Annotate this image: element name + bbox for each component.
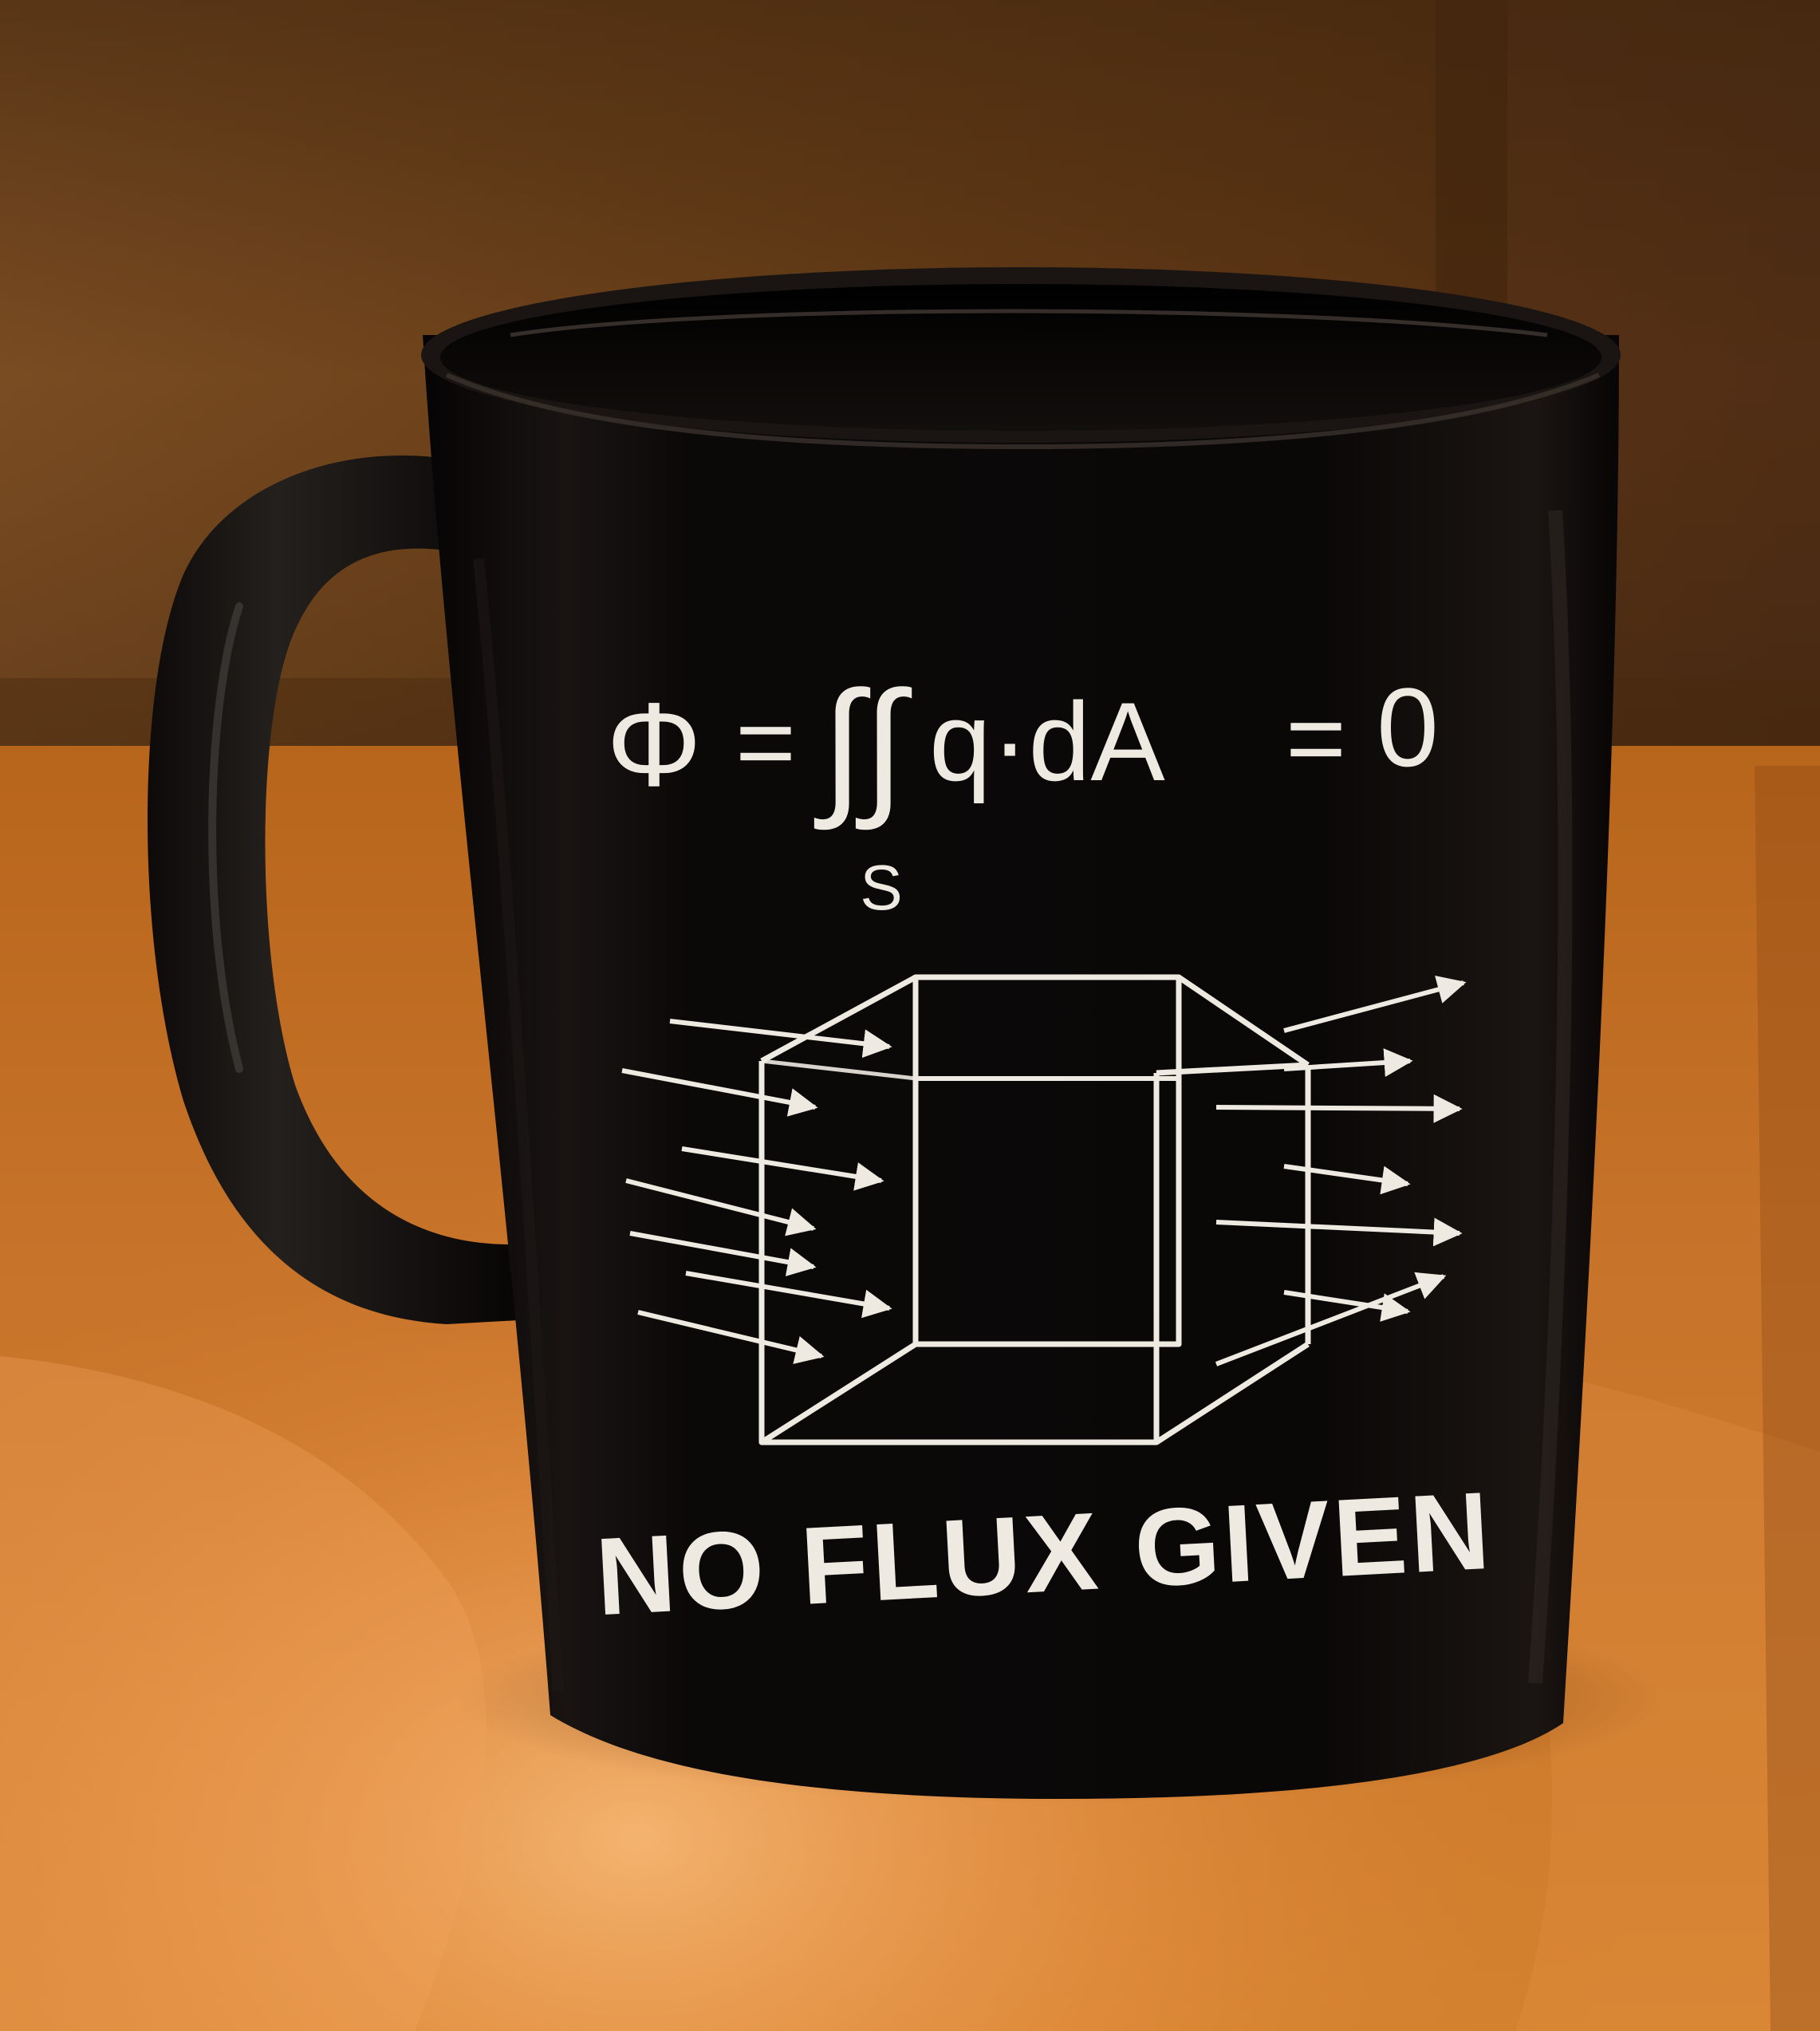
integrand-text: q·dA <box>929 679 1165 804</box>
equals-sign-2-text: = <box>1286 680 1346 796</box>
double-integral-text: ∫∫ <box>814 661 912 830</box>
zero-text: 0 <box>1377 665 1439 790</box>
flux-symbol-text: Φ <box>606 677 702 811</box>
mug-rim <box>421 267 1621 450</box>
surface-subscript-text: S <box>860 852 902 923</box>
mug-photo-scene: Φ = ∫∫ q·dA = 0 S NO FLUX GIVEN <box>0 0 1820 2031</box>
equals-sign-1-text: = <box>735 684 796 800</box>
